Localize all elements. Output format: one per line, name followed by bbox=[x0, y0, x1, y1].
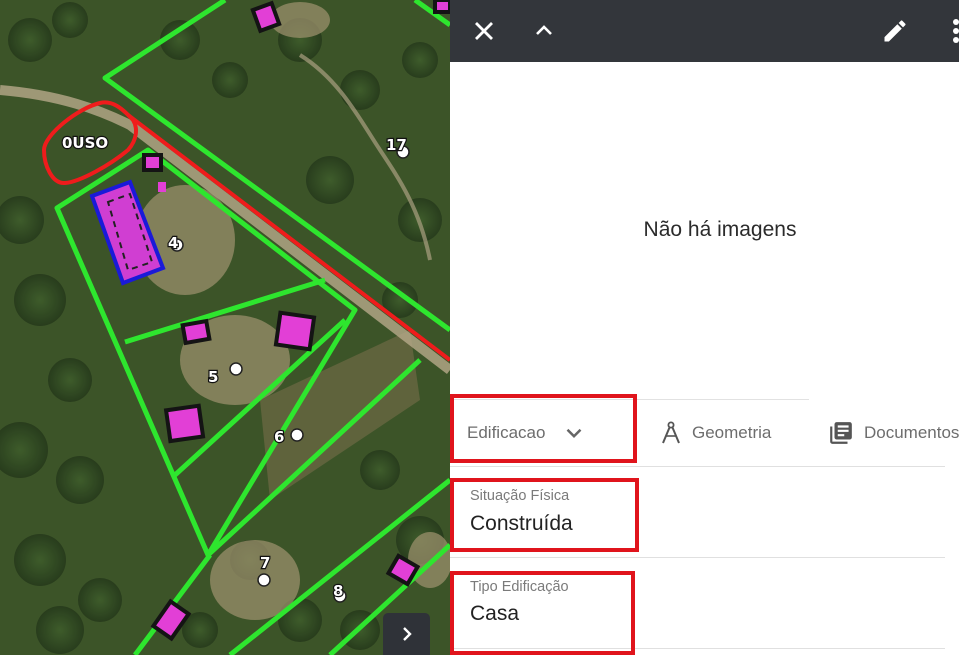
satellite-map[interactable]: 0USO 17 4 5 6 7 8 bbox=[0, 0, 450, 655]
chevron-down-icon bbox=[567, 428, 582, 439]
field-label-tipo-edificacao: Tipo Edificação bbox=[470, 579, 569, 595]
tab-label: Documentos bbox=[864, 423, 959, 442]
field-value-situacao-fisica: Construída bbox=[470, 512, 573, 535]
tab-documentos[interactable]: Documentos bbox=[828, 416, 959, 450]
feature-detail-panel: Não há imagens Edificacao Geometria Docu… bbox=[450, 0, 959, 655]
parcel-label-17: 17 bbox=[386, 136, 407, 154]
panel-toolbar bbox=[450, 0, 959, 62]
chevron-up-icon bbox=[536, 25, 552, 35]
more-options-button[interactable] bbox=[938, 13, 959, 49]
tab-label: Geometria bbox=[692, 423, 772, 442]
tab-geometria[interactable]: Geometria bbox=[660, 416, 771, 450]
parcel-label-7: 7 bbox=[260, 554, 270, 572]
parcel-label-8: 8 bbox=[333, 582, 343, 600]
parcel-label-5: 5 bbox=[208, 368, 218, 386]
compass-icon bbox=[662, 421, 680, 444]
parcel-label-4: 4 bbox=[168, 234, 178, 252]
field-divider bbox=[450, 466, 945, 467]
map-expand-button[interactable] bbox=[383, 613, 430, 655]
close-button[interactable] bbox=[466, 13, 502, 49]
no-images-message: Não há imagens bbox=[643, 218, 797, 241]
tab-edificacao[interactable]: Edificacao bbox=[467, 416, 587, 450]
library-books-icon bbox=[830, 422, 852, 444]
parcel-label-6: 6 bbox=[274, 428, 284, 446]
edit-button[interactable] bbox=[877, 13, 913, 49]
more-vert-icon bbox=[953, 19, 959, 43]
close-icon bbox=[475, 22, 493, 40]
field-label-situacao-fisica: Situação Física bbox=[470, 488, 570, 504]
pencil-icon bbox=[884, 20, 906, 42]
tab-label: Edificacao bbox=[467, 423, 546, 442]
map-view[interactable]: 0USO 17 4 5 6 7 8 bbox=[0, 0, 450, 655]
outbuilding[interactable] bbox=[158, 182, 166, 192]
collapse-button[interactable] bbox=[526, 13, 562, 49]
tabs-divider bbox=[450, 399, 809, 400]
chevron-right-icon bbox=[402, 627, 412, 641]
field-divider bbox=[450, 557, 945, 558]
field-value-tipo-edificacao: Casa bbox=[470, 602, 520, 625]
field-divider bbox=[450, 648, 945, 649]
zone-label: 0USO bbox=[62, 134, 108, 152]
